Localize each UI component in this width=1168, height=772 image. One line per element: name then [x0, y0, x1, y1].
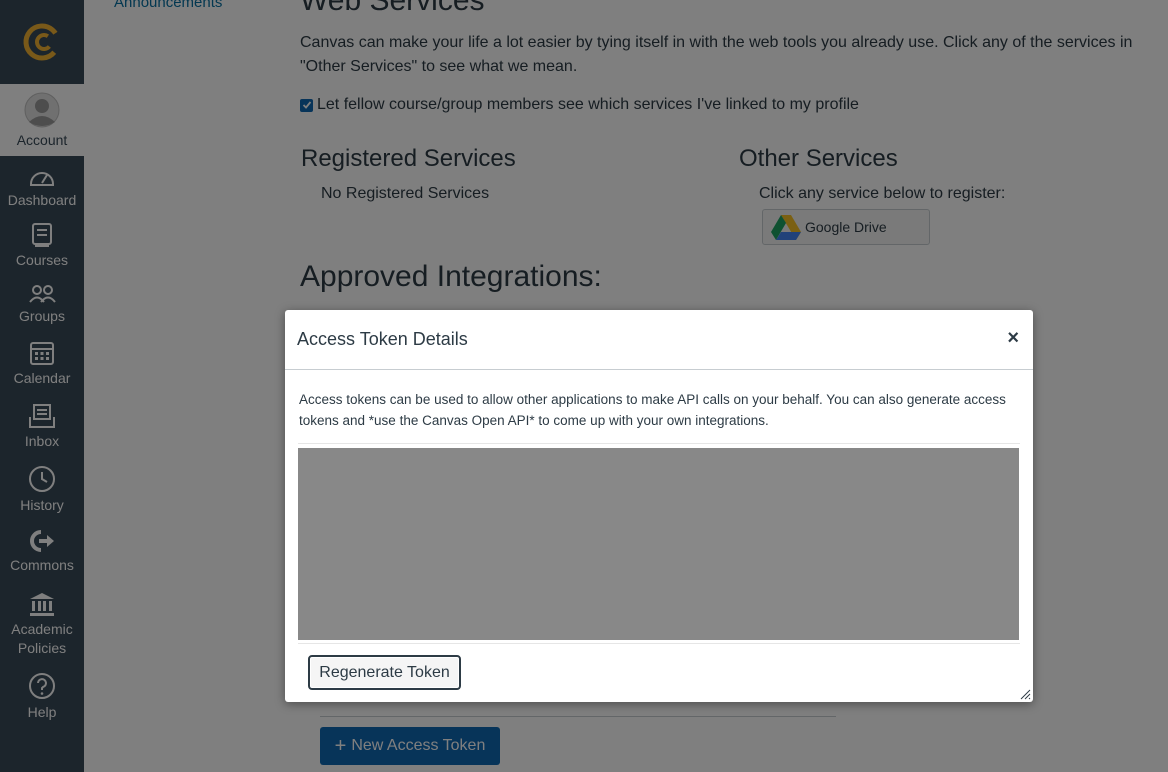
dialog-description: Access tokens can be used to allow other… [299, 392, 1006, 428]
regenerate-token-button[interactable]: Regenerate Token [308, 655, 461, 690]
dialog-title: Access Token Details [297, 329, 468, 349]
details-bottom-divider [298, 643, 1020, 644]
close-icon[interactable]: × [1007, 328, 1019, 348]
details-top-divider [298, 443, 1020, 444]
token-details-redacted [298, 448, 1019, 640]
dialog-header-divider [285, 369, 1033, 370]
access-token-dialog: Access Token Details × Access tokens can… [285, 310, 1033, 702]
resize-handle-icon[interactable] [1019, 688, 1031, 700]
